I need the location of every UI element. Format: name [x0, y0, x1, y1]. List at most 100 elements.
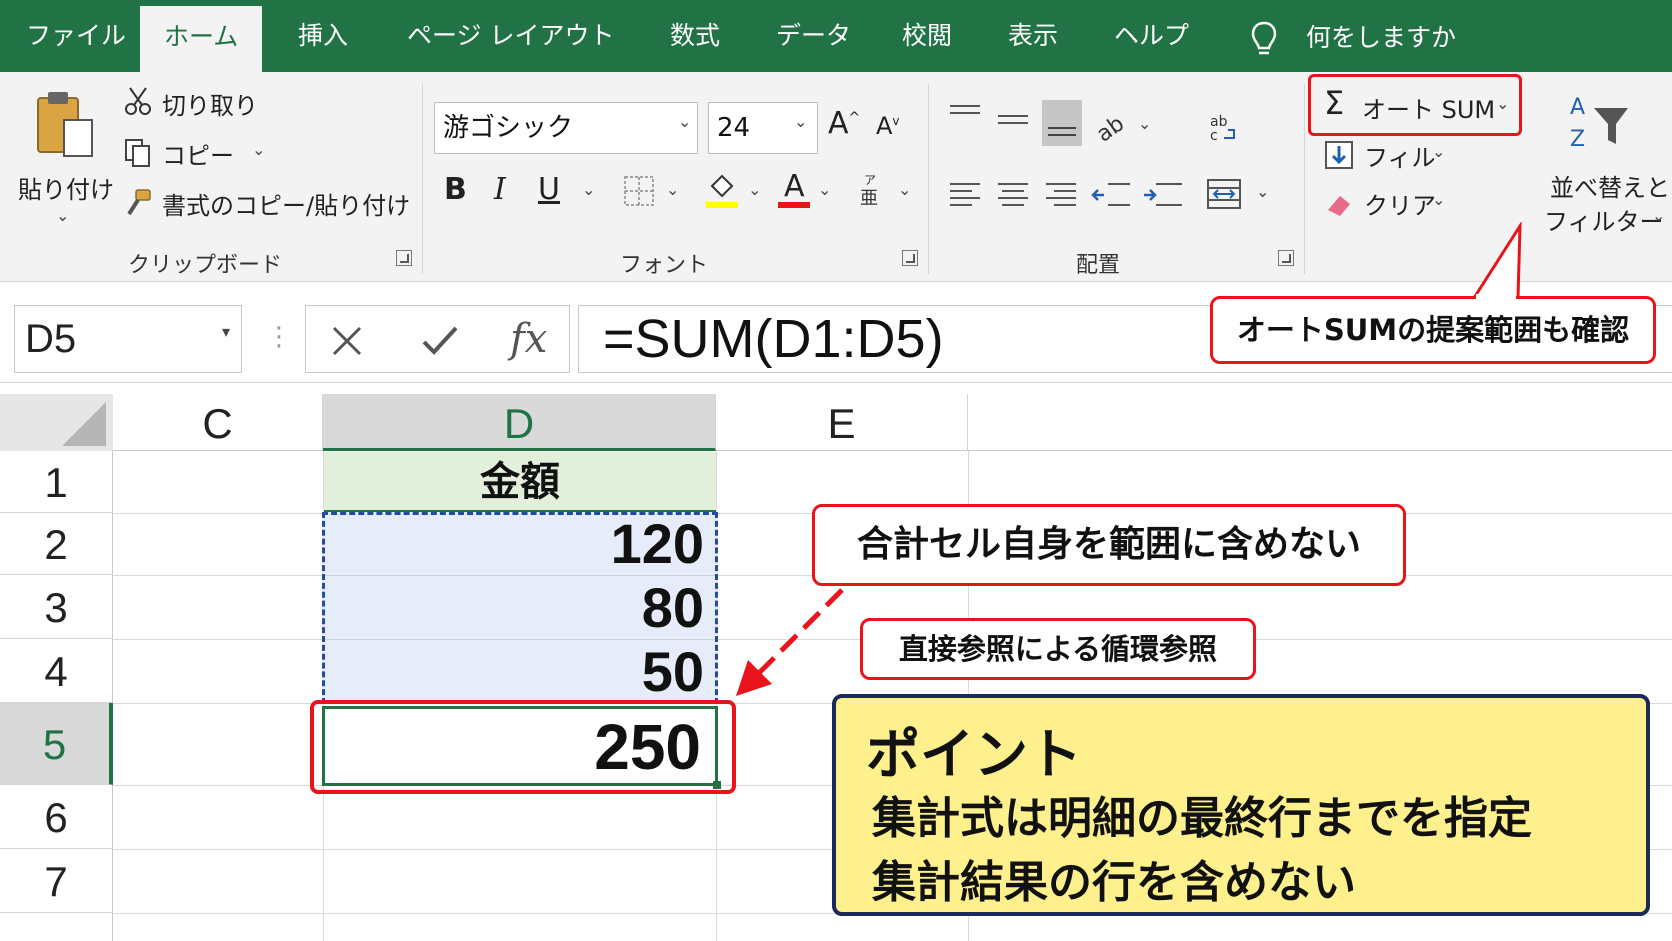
font-color-swatch: [778, 202, 810, 208]
fill-down-icon: [1325, 141, 1353, 169]
tab-file[interactable]: ファイル: [26, 0, 126, 72]
row-header-8[interactable]: [0, 913, 113, 941]
row-header-5[interactable]: 5: [0, 703, 113, 785]
vertical-alignment-icons[interactable]: [948, 100, 1082, 146]
row-header-2[interactable]: 2: [0, 513, 113, 575]
name-box-chevron-down-icon[interactable]: ▾: [222, 322, 230, 341]
scissors-icon: [125, 87, 151, 115]
cell-d5-active[interactable]: 250: [322, 706, 718, 786]
svg-text:ア: ア: [864, 173, 876, 187]
increase-font-size-icon[interactable]: A^: [828, 106, 860, 141]
row-header-7[interactable]: 7: [0, 849, 113, 913]
svg-text:A: A: [1570, 95, 1585, 120]
tab-data[interactable]: データ: [776, 0, 851, 72]
italic-button[interactable]: I: [494, 172, 506, 207]
underline-chevron-down-icon[interactable]: ⌄: [582, 180, 595, 199]
tab-help[interactable]: ヘルプ: [1114, 0, 1189, 72]
cell-d3[interactable]: 80: [330, 575, 704, 639]
column-header-blank[interactable]: [968, 394, 1672, 451]
row-header-4[interactable]: 4: [0, 639, 113, 703]
horizontal-alignment-icons[interactable]: [948, 180, 1184, 210]
orientation-chevron-down-icon[interactable]: ⌄: [1138, 114, 1151, 133]
row-header-3[interactable]: 3: [0, 575, 113, 639]
bold-button[interactable]: B: [444, 172, 467, 207]
sort-filter-label-line2[interactable]: フィルター: [1544, 202, 1664, 237]
phonetic-guide-icon[interactable]: ア 亜: [858, 172, 884, 208]
autosum-red-highlight: [1308, 74, 1522, 136]
phonetic-chevron-down-icon[interactable]: ⌄: [898, 180, 911, 199]
range-note-callout: 合計セル自身を範囲に含めない: [812, 504, 1406, 586]
insert-function-fx-icon[interactable]: fx: [510, 316, 547, 362]
cell-d2[interactable]: 120: [330, 512, 704, 575]
eraser-icon: [1328, 196, 1350, 216]
cut-button[interactable]: 切り取り: [162, 86, 258, 121]
clipboard-group-label: クリップボード: [128, 253, 283, 278]
text-orientation-icon[interactable]: ab: [1094, 108, 1130, 142]
font-name-chevron-down-icon[interactable]: ⌄: [678, 112, 691, 131]
formula-bar-grip-icon[interactable]: ⋮: [266, 322, 292, 352]
font-color-chevron-down-icon[interactable]: ⌄: [818, 180, 831, 199]
tab-home[interactable]: ホーム: [140, 6, 263, 72]
name-box[interactable]: D5: [14, 305, 242, 373]
font-name-select[interactable]: 游ゴシック: [434, 102, 698, 154]
borders-chevron-down-icon[interactable]: ⌄: [666, 180, 679, 199]
clear-chevron-down-icon[interactable]: ⌄: [1432, 190, 1445, 209]
cell-d1[interactable]: 金額: [324, 452, 716, 513]
autosum-note-callout: オートSUMの提案範囲も確認: [1210, 296, 1656, 364]
tab-formulas[interactable]: 数式: [670, 0, 720, 72]
tab-view[interactable]: 表示: [1008, 0, 1058, 72]
underline-button[interactable]: U: [538, 172, 560, 207]
font-dialog-launcher-icon[interactable]: [902, 250, 918, 266]
merge-chevron-down-icon[interactable]: ⌄: [1256, 182, 1269, 201]
row-header-6[interactable]: 6: [0, 785, 113, 849]
tab-insert[interactable]: 挿入: [298, 0, 348, 72]
point-line-2: 集計結果の行を含めない: [872, 857, 1356, 908]
group-divider: [422, 84, 423, 274]
fill-chevron-down-icon[interactable]: ⌄: [1432, 142, 1445, 161]
fill-button[interactable]: フィル: [1364, 138, 1436, 173]
clipboard-paste-icon: [37, 92, 93, 157]
tab-review[interactable]: 校閲: [902, 0, 952, 72]
copy-button[interactable]: コピー: [162, 136, 234, 171]
sort-filter-chevron-down-icon[interactable]: ⌄: [1652, 206, 1665, 225]
fill-color-bucket-icon[interactable]: [704, 170, 740, 210]
enter-check-icon[interactable]: [420, 324, 460, 358]
clipboard-dialog-launcher-icon[interactable]: [396, 250, 412, 266]
fill-color-chevron-down-icon[interactable]: ⌄: [748, 180, 761, 199]
merge-center-icon[interactable]: [1206, 178, 1242, 210]
borders-icon[interactable]: [622, 174, 656, 208]
format-painter-button[interactable]: 書式のコピー/貼り付け: [162, 186, 410, 221]
column-header-d[interactable]: D: [323, 394, 716, 451]
tell-me-search[interactable]: 何をしますか: [1306, 0, 1456, 72]
svg-text:亜: 亜: [860, 188, 878, 208]
svg-text:Z: Z: [1570, 127, 1585, 152]
alignment-dialog-launcher-icon[interactable]: [1278, 250, 1294, 266]
svg-text:c: c: [1210, 128, 1218, 142]
clear-button[interactable]: クリア: [1364, 186, 1436, 221]
svg-text:A: A: [784, 169, 805, 204]
font-color-icon[interactable]: A: [776, 168, 812, 210]
cell-d4[interactable]: 50: [330, 639, 704, 703]
select-all-corner[interactable]: [0, 394, 113, 451]
tab-page-layout[interactable]: ページ レイアウト: [407, 0, 614, 72]
red-arrow-icon: [736, 588, 844, 696]
formula-text: =SUM(D1:D5): [603, 309, 944, 369]
menu-bar: ファイル ホーム 挿入 ページ レイアウト 数式 データ 校閲 表示 ヘルプ 何…: [0, 0, 1672, 72]
copy-dropdown-chevron-icon[interactable]: ⌄: [252, 140, 265, 159]
column-header-e[interactable]: E: [716, 394, 968, 451]
fill-color-swatch: [706, 202, 738, 208]
fill-handle[interactable]: [713, 781, 721, 789]
formula-buttons: fx: [305, 305, 570, 373]
paste-button[interactable]: 貼り付け: [18, 170, 114, 205]
font-size-chevron-down-icon[interactable]: ⌄: [794, 112, 807, 131]
select-all-triangle-icon: [62, 402, 106, 446]
paste-dropdown-chevron-icon[interactable]: ⌄: [56, 206, 69, 225]
point-title: ポイント: [866, 723, 1082, 786]
column-header-c[interactable]: C: [113, 394, 323, 451]
group-divider: [1304, 84, 1305, 274]
decrease-font-size-icon[interactable]: Av: [876, 112, 900, 140]
sort-filter-button[interactable]: 並べ替えと: [1550, 168, 1670, 203]
row-header-1[interactable]: 1: [0, 451, 113, 513]
cancel-x-icon[interactable]: [330, 324, 364, 358]
wrap-text-icon[interactable]: ab c: [1208, 112, 1242, 142]
